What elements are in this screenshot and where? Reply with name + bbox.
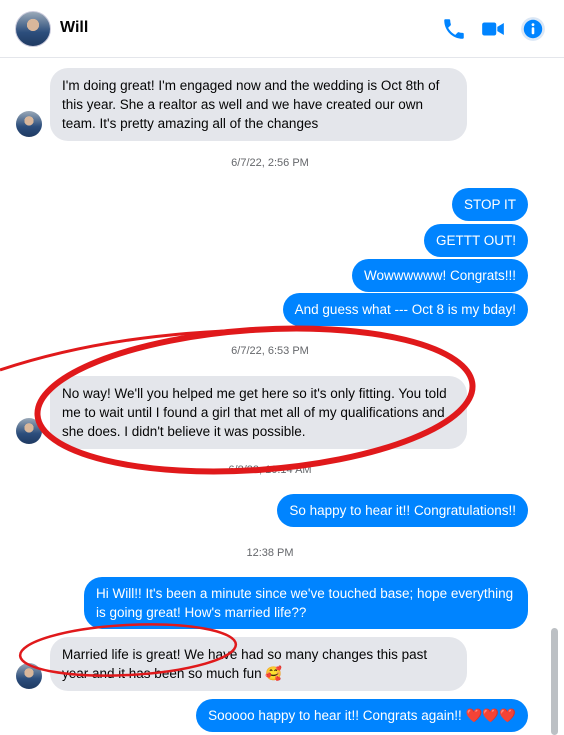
contact-avatar-small[interactable] <box>16 111 42 137</box>
incoming-message[interactable]: I'm doing great! I'm engaged now and the… <box>50 68 467 141</box>
outgoing-message[interactable]: STOP IT <box>451 188 528 221</box>
video-camera-icon[interactable] <box>480 16 506 42</box>
timestamp: 6/7/22, 2:56 PM <box>231 157 309 169</box>
timestamp: 6/7/22, 6:53 PM <box>231 345 309 357</box>
outgoing-message[interactable]: So happy to hear it!! Congratulations!! <box>277 494 528 527</box>
info-icon[interactable] <box>520 16 546 42</box>
outgoing-message[interactable]: Hi Will!! It's been a minute since we've… <box>84 577 528 629</box>
outgoing-message[interactable]: GETTT OUT! <box>424 224 528 257</box>
contact-name[interactable]: Will <box>60 19 88 37</box>
contact-avatar-small[interactable] <box>16 418 42 444</box>
outgoing-message[interactable]: And guess what --- Oct 8 is my bday! <box>282 293 528 326</box>
timestamp: 6/8/22, 10:14 AM <box>228 464 312 476</box>
incoming-message[interactable]: Married life is great! We have had so ma… <box>50 637 467 691</box>
conversation-header: Will <box>0 0 564 58</box>
outgoing-message[interactable]: Wowwwwww! Congrats!!! <box>351 259 528 292</box>
scrollbar[interactable] <box>551 628 558 735</box>
incoming-message[interactable]: No way! We'll you helped me get here so … <box>50 376 467 449</box>
outgoing-message[interactable]: Sooooo happy to hear it!! Congrats again… <box>196 699 528 732</box>
timestamp: 12:38 PM <box>246 547 294 559</box>
phone-icon[interactable] <box>441 16 467 42</box>
contact-avatar[interactable] <box>15 11 51 47</box>
contact-avatar-small[interactable] <box>16 663 42 689</box>
